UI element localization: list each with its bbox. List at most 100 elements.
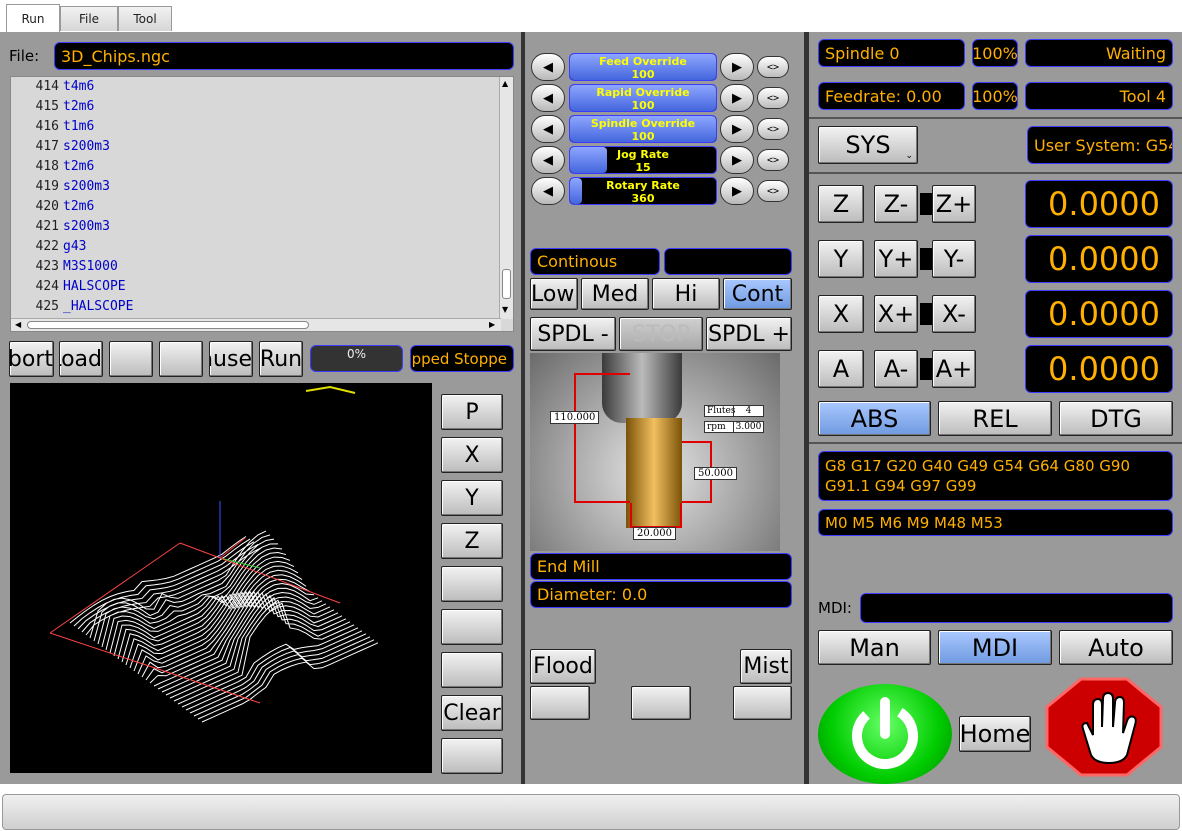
jog-med-button[interactable]: Med xyxy=(581,278,649,310)
scroll-down-icon[interactable]: ▼ xyxy=(502,305,508,314)
jog-button-xminus[interactable]: X- xyxy=(932,295,976,333)
override-increase-button[interactable]: ▶ xyxy=(720,53,754,81)
jog-button-xplus[interactable]: X+ xyxy=(874,295,918,333)
code-vscrollbar[interactable]: ▲ ▼ xyxy=(499,77,513,319)
axis-select-button-z[interactable]: Z xyxy=(818,185,864,223)
override-slider[interactable]: Feed Override 100 xyxy=(569,53,717,81)
gcode-line[interactable]: 423 M3S1000 xyxy=(11,259,118,279)
gcode-line[interactable]: 415 t2m6 xyxy=(11,99,95,119)
jog-increment-field[interactable] xyxy=(664,248,792,275)
gcode-listing[interactable]: 414 t4m6 415 t2m6 416 t1m6 417 s200m3 418 t2m6 419… xyxy=(10,76,514,332)
override-step-selector[interactable]: <> xyxy=(757,149,789,171)
sys-button[interactable]: SYS ⌄ xyxy=(818,126,918,164)
tab-run[interactable]: Run xyxy=(6,4,60,32)
auto-mode-button[interactable]: Auto xyxy=(1059,630,1173,665)
gcode-line[interactable]: 414 t4m6 xyxy=(11,79,95,99)
side-blank-button-2[interactable] xyxy=(441,609,503,645)
mdi-input[interactable] xyxy=(860,593,1173,623)
override-increase-button[interactable]: ▶ xyxy=(720,115,754,143)
abs-mode-button[interactable]: ABS xyxy=(818,401,931,436)
override-increase-button[interactable]: ▶ xyxy=(720,146,754,174)
p-view-button[interactable]: P xyxy=(441,394,503,430)
jog-cont-button[interactable]: Cont xyxy=(723,278,792,310)
coolant-blank-button-2[interactable] xyxy=(631,686,691,720)
jog-hi-button[interactable]: Hi xyxy=(652,278,720,310)
blank-button-2[interactable] xyxy=(159,341,203,377)
axis-select-button-y[interactable]: Y xyxy=(818,240,864,278)
gcode-line-text: t2m6 xyxy=(63,199,95,214)
jog-mode-field[interactable]: Continous xyxy=(530,248,660,275)
gcode-line[interactable]: 418 t2m6 xyxy=(11,159,95,179)
estop-button[interactable] xyxy=(1043,677,1165,777)
jog-button-zplus[interactable]: Z+ xyxy=(932,185,976,223)
override-step-selector[interactable]: <> xyxy=(757,56,789,78)
jog-button-aplus[interactable]: A+ xyxy=(932,350,976,388)
override-step-selector[interactable]: <> xyxy=(757,118,789,140)
override-decrease-button[interactable]: ◀ xyxy=(531,115,565,143)
tab-file[interactable]: File xyxy=(60,6,118,31)
abort-button[interactable]: Abort xyxy=(9,341,54,377)
override-decrease-button[interactable]: ◀ xyxy=(531,146,565,174)
scroll-up-icon[interactable]: ▲ xyxy=(502,79,508,88)
z-view-button[interactable]: Z xyxy=(441,523,503,559)
toolpath-preview[interactable] xyxy=(10,383,432,773)
dtg-mode-button[interactable]: DTG xyxy=(1059,401,1173,436)
gcode-line[interactable]: 419 s200m3 xyxy=(11,179,110,199)
override-step-selector[interactable]: <> xyxy=(757,87,789,109)
override-step-selector[interactable]: <> xyxy=(757,180,789,202)
load-button[interactable]: Load xyxy=(59,341,103,377)
mdi-mode-button[interactable]: MDI xyxy=(938,630,1052,665)
spindle-down-button[interactable]: SPDL - xyxy=(530,317,616,351)
flood-button[interactable]: Flood xyxy=(530,649,596,684)
gcode-line[interactable]: 420 t2m6 xyxy=(11,199,95,219)
mist-button[interactable]: Mist xyxy=(740,649,792,684)
scroll-right-icon[interactable]: ▶ xyxy=(489,320,495,329)
coolant-blank-button-3[interactable] xyxy=(733,686,792,720)
gcode-line[interactable]: 422 g43 xyxy=(11,239,87,259)
y-view-button[interactable]: Y xyxy=(441,480,503,516)
code-hscrollbar[interactable]: ◀ ▶ xyxy=(11,318,501,331)
override-decrease-button[interactable]: ◀ xyxy=(531,84,565,112)
spindle-stop-button[interactable]: STOP xyxy=(619,317,703,351)
gcode-line[interactable]: 424 HALSCOPE xyxy=(11,279,126,299)
override-increase-button[interactable]: ▶ xyxy=(720,177,754,205)
override-slider[interactable]: Spindle Override 100 xyxy=(569,115,717,143)
clear-button[interactable]: Clear xyxy=(441,695,503,731)
gcode-line[interactable]: 417 s200m3 xyxy=(11,139,110,159)
blank-button-1[interactable] xyxy=(109,341,153,377)
gcode-line[interactable]: 425 _HALSCOPE xyxy=(11,299,134,319)
code-vscroll-thumb[interactable] xyxy=(502,269,511,299)
pause-button[interactable]: Pause xyxy=(209,341,253,377)
scroll-left-icon[interactable]: ◀ xyxy=(15,320,21,329)
gcode-line[interactable]: 416 t1m6 xyxy=(11,119,95,139)
jog-button-zminus[interactable]: Z- xyxy=(874,185,918,223)
side-blank-button-4[interactable] xyxy=(441,738,503,774)
code-hscroll-thumb[interactable] xyxy=(27,321,309,329)
home-button[interactable]: Home xyxy=(959,716,1031,752)
override-increase-button[interactable]: ▶ xyxy=(720,84,754,112)
tab-tool[interactable]: Tool xyxy=(118,6,172,31)
jog-button-yminus[interactable]: Y- xyxy=(932,240,976,278)
override-decrease-button[interactable]: ◀ xyxy=(531,177,565,205)
axis-select-button-a[interactable]: A xyxy=(818,350,864,388)
x-view-button[interactable]: X xyxy=(441,437,503,473)
side-blank-button-3[interactable] xyxy=(441,652,503,688)
jog-low-button[interactable]: Low xyxy=(530,278,578,310)
run-button[interactable]: Run xyxy=(259,341,303,377)
override-slider[interactable]: Rapid Override 100 xyxy=(569,84,717,112)
override-decrease-button[interactable]: ◀ xyxy=(531,53,565,81)
rel-mode-button[interactable]: REL xyxy=(938,401,1052,436)
power-button[interactable] xyxy=(818,684,952,784)
override-slider[interactable]: Jog Rate 15 xyxy=(569,146,717,174)
side-blank-button-1[interactable] xyxy=(441,566,503,602)
axis-select-button-x[interactable]: X xyxy=(818,295,864,333)
manual-mode-button[interactable]: Man xyxy=(818,630,931,665)
spindle-up-button[interactable]: SPDL + xyxy=(706,317,792,351)
jog-button-yplus[interactable]: Y+ xyxy=(874,240,918,278)
dim-line-length xyxy=(574,373,630,503)
jog-button-aminus[interactable]: A- xyxy=(874,350,918,388)
coolant-blank-button-1[interactable] xyxy=(530,686,590,720)
gcode-line[interactable]: 421 s200m3 xyxy=(11,219,110,239)
override-slider[interactable]: Rotary Rate 360 xyxy=(569,177,717,205)
tool-type-field: End Mill xyxy=(530,553,792,580)
